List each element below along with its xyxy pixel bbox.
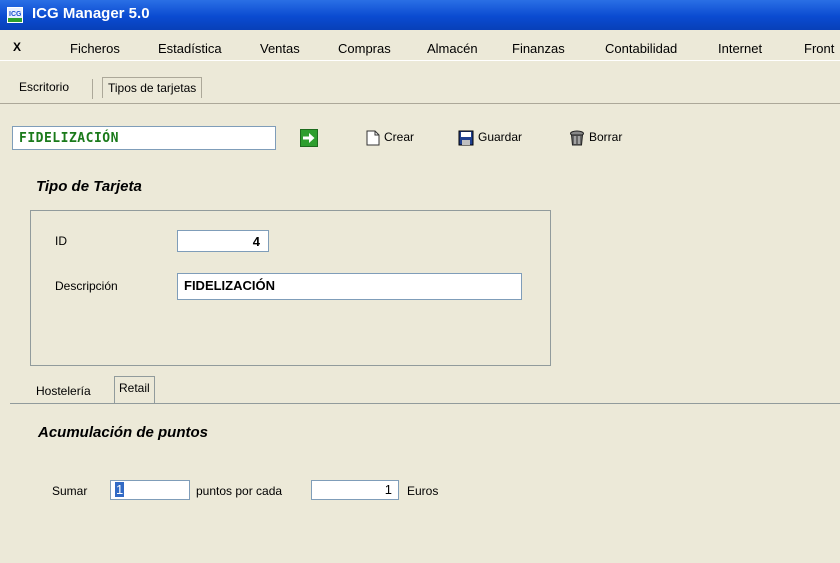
descripcion-field[interactable]: FIDELIZACIÓN bbox=[177, 273, 522, 300]
search-input[interactable]: FIDELIZACIÓN bbox=[12, 126, 276, 150]
tab-hosteleria[interactable]: Hostelería bbox=[32, 380, 95, 402]
green-arrow-right-icon[interactable] bbox=[300, 129, 318, 147]
tab-escritorio[interactable]: Escritorio bbox=[14, 77, 74, 97]
menu-contabilidad[interactable]: Contabilidad bbox=[605, 41, 677, 56]
tab-retail[interactable]: Retail bbox=[114, 376, 155, 403]
retail-panel: Acumulación de puntos Sumar 1 puntos por… bbox=[10, 403, 840, 563]
window-title: ICG Manager 5.0 bbox=[32, 5, 150, 22]
svg-text:ICG: ICG bbox=[9, 11, 22, 18]
document-tabs: Escritorio Tipos de tarjetas bbox=[0, 75, 840, 104]
acumulacion-title: Acumulación de puntos bbox=[38, 424, 209, 441]
crear-button[interactable]: Crear bbox=[366, 130, 414, 148]
menu-internet[interactable]: Internet bbox=[718, 41, 762, 56]
id-field-value: 4 bbox=[252, 234, 260, 249]
title-bar: ICG ICG Manager 5.0 bbox=[0, 0, 840, 30]
menu-bar: X Ficheros Estadística Ventas Compras Al… bbox=[0, 38, 840, 61]
icg-app-icon: ICG bbox=[7, 7, 23, 23]
menu-almacen[interactable]: Almacén bbox=[427, 41, 478, 56]
id-label: ID bbox=[55, 234, 67, 248]
save-disk-icon bbox=[458, 130, 474, 146]
guardar-button[interactable]: Guardar bbox=[458, 130, 522, 148]
id-field[interactable]: 4 bbox=[177, 230, 269, 252]
guardar-label: Guardar bbox=[478, 130, 523, 144]
close-icon[interactable]: X bbox=[10, 40, 24, 54]
borrar-label: Borrar bbox=[589, 130, 623, 144]
menu-ficheros[interactable]: Ficheros bbox=[70, 41, 120, 56]
tipo-tarjeta-group: ID 4 Descripción FIDELIZACIÓN bbox=[30, 210, 551, 366]
tab-separator bbox=[92, 79, 93, 99]
trash-can-icon bbox=[570, 130, 584, 146]
crear-label: Crear bbox=[384, 130, 415, 144]
sumar-puntos-value: 1 bbox=[115, 482, 125, 497]
sumar-label: Sumar bbox=[52, 484, 88, 498]
menu-estadistica[interactable]: Estadística bbox=[158, 41, 222, 56]
menu-finanzas[interactable]: Finanzas bbox=[512, 41, 565, 56]
euros-value: 1 bbox=[384, 482, 392, 497]
new-document-icon bbox=[366, 130, 380, 146]
menu-ventas[interactable]: Ventas bbox=[260, 41, 300, 56]
euros-input[interactable]: 1 bbox=[311, 480, 399, 500]
puntos-por-cada-label: puntos por cada bbox=[196, 484, 283, 498]
menu-front[interactable]: Front bbox=[804, 41, 834, 56]
descripcion-label: Descripción bbox=[55, 279, 118, 293]
euros-label: Euros bbox=[407, 484, 439, 498]
sumar-puntos-input[interactable]: 1 bbox=[110, 480, 190, 500]
menu-compras[interactable]: Compras bbox=[338, 41, 391, 56]
tab-tipos-de-tarjetas[interactable]: Tipos de tarjetas bbox=[102, 77, 203, 98]
tipo-de-tarjeta-title: Tipo de Tarjeta bbox=[36, 178, 142, 195]
borrar-button[interactable]: Borrar bbox=[569, 130, 622, 148]
search-input-value: FIDELIZACIÓN bbox=[19, 131, 119, 146]
descripcion-field-value: FIDELIZACIÓN bbox=[184, 278, 275, 293]
